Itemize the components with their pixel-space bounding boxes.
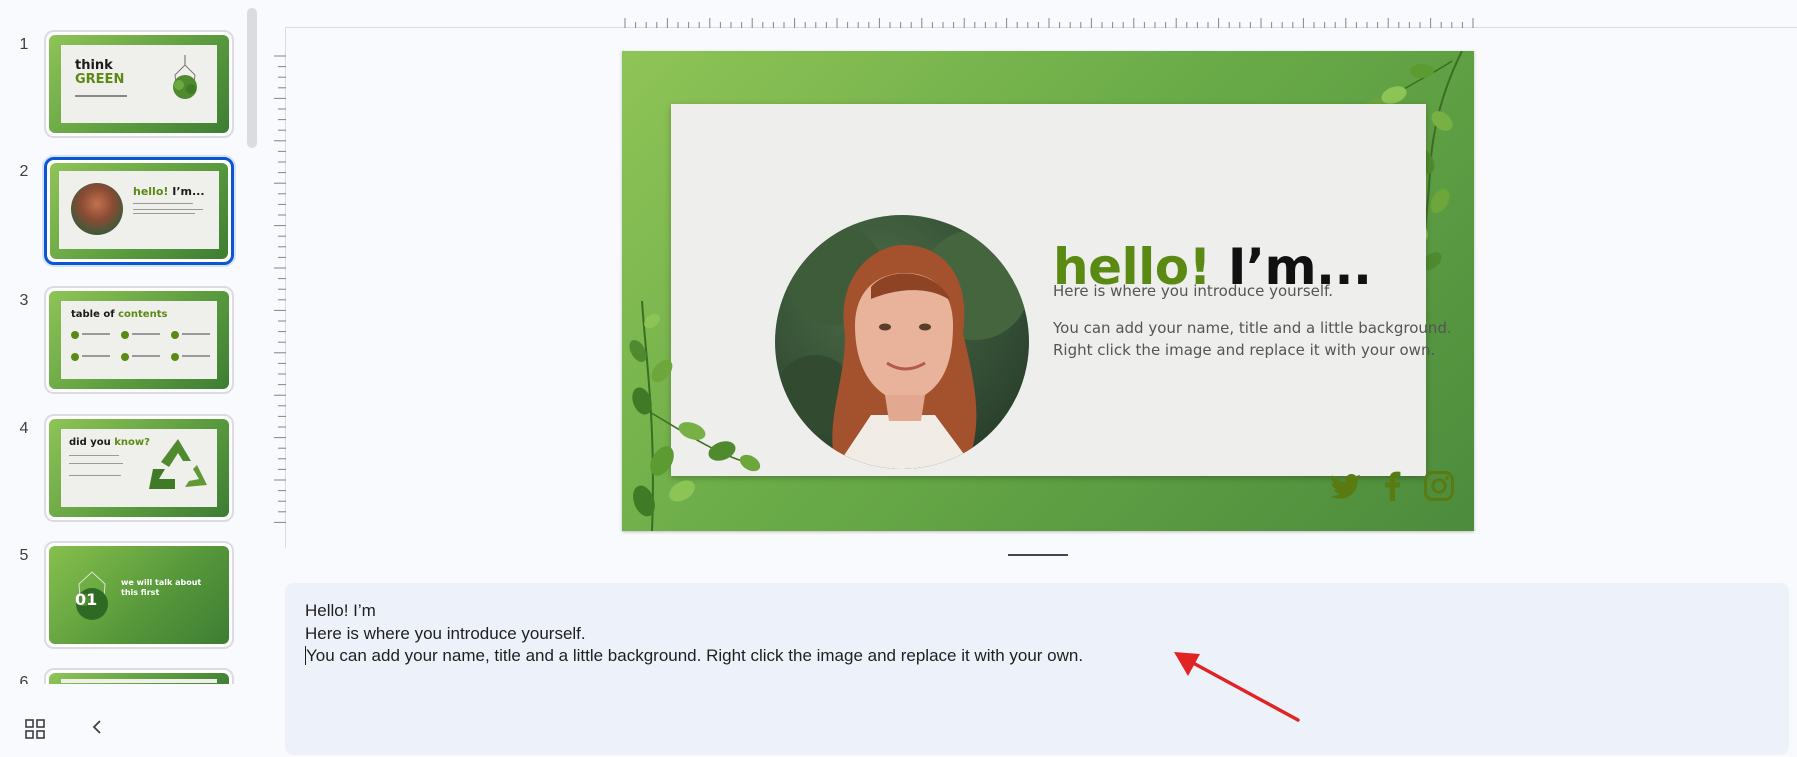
profile-photo[interactable] (775, 215, 1029, 469)
slide-thumbnail-selected[interactable]: hello! I’m... (44, 157, 234, 265)
slide-body-text-line[interactable]: Right click the image and replace it wit… (1053, 339, 1435, 361)
slide-canvas[interactable]: hello! I’m... Here is where you introduc… (622, 51, 1474, 531)
filmstrip-slide-3[interactable]: 3 table of contents (0, 286, 240, 398)
thumb-heading-green: hello! (133, 185, 169, 198)
social-icons (1331, 469, 1455, 503)
instagram-icon[interactable] (1423, 470, 1455, 502)
thumb-text-line (133, 203, 193, 204)
thumb-text-line (69, 455, 119, 456)
horizontal-ruler (285, 0, 1797, 28)
filmstrip-slide-4[interactable]: 4 did you know? (0, 414, 240, 526)
slide-thumbnail[interactable]: did you know? (44, 414, 234, 522)
bulb-plant-image (167, 55, 203, 103)
notes-line[interactable]: Hello! I’m (305, 600, 1769, 623)
woman-portrait-image (775, 225, 1029, 469)
red-arrow-annotation (1174, 652, 1300, 722)
thumb-profile-photo (71, 183, 123, 235)
notes-line-with-caret[interactable]: You can add your name, title and a littl… (305, 645, 1769, 668)
notes-line-text: You can add your name, title and a littl… (306, 646, 1084, 665)
toc-grid (71, 329, 211, 369)
recycle-icon (145, 435, 211, 497)
facebook-icon[interactable] (1377, 470, 1409, 502)
slide-number: 2 (19, 163, 29, 180)
thumb-title-black: did you (69, 437, 111, 448)
thumb-text-line (133, 213, 195, 214)
slide-intro-text[interactable]: Here is where you introduce yourself. (1053, 280, 1333, 302)
thumb-section-title: we will talk about this first (121, 578, 202, 597)
filmstrip-slide-2[interactable]: 2 hello! I’m... (0, 157, 240, 269)
slide-number: 3 (19, 292, 29, 309)
slide-thumbnail[interactable]: table of contents (44, 286, 234, 394)
chevron-left-icon (92, 720, 101, 734)
notes-line[interactable]: Here is where you introduce yourself. (305, 623, 1769, 646)
vertical-ruler (274, 28, 286, 548)
twitter-icon[interactable] (1331, 470, 1363, 502)
slide-body-text-line[interactable]: You can add your name, title and a littl… (1053, 317, 1452, 339)
slide-thumbnail[interactable] (44, 668, 234, 684)
thumb-title-green: contents (118, 309, 168, 320)
filmstrip-slide-6[interactable]: 6 (0, 668, 240, 684)
grid-icon (25, 719, 45, 739)
thumb-text-line (69, 475, 121, 476)
thumb-title-line: GREEN (75, 72, 125, 87)
thumb-title-line: think (75, 58, 113, 73)
slide-filmstrip: 1 think GREEN 2 hello! I’m... 3 table of… (0, 0, 262, 757)
slide-thumbnail[interactable]: think GREEN (44, 30, 234, 138)
slide-number: 4 (19, 420, 29, 437)
grid-view-button[interactable] (24, 718, 46, 740)
slide-content-card: hello! I’m... Here is where you introduc… (671, 104, 1454, 501)
ivy-decoration-bottom-left (629, 301, 761, 531)
filmstrip-scrollbar[interactable] (247, 8, 257, 148)
slide-thumbnail[interactable]: 01 we will talk about this first (44, 541, 234, 649)
thumb-text-line (133, 209, 203, 210)
slide-number: 5 (19, 547, 29, 564)
slide-number: 6 (19, 674, 29, 684)
thumb-section-number: 01 (75, 590, 98, 609)
notes-resize-handle[interactable] (1008, 554, 1068, 556)
thumb-text-line (69, 463, 123, 464)
filmstrip-slide-5[interactable]: 5 01 we will talk about this first (0, 541, 240, 653)
speaker-notes-panel[interactable]: Hello! I’m Here is where you introduce y… (285, 583, 1789, 755)
slide-number: 1 (19, 36, 29, 53)
collapse-filmstrip-button[interactable] (86, 716, 108, 740)
thumb-heading-black: I’m... (172, 185, 205, 198)
thumb-title-black: table of (71, 309, 115, 320)
filmstrip-slide-1[interactable]: 1 think GREEN (0, 30, 240, 142)
thumb-text-line (75, 95, 127, 97)
